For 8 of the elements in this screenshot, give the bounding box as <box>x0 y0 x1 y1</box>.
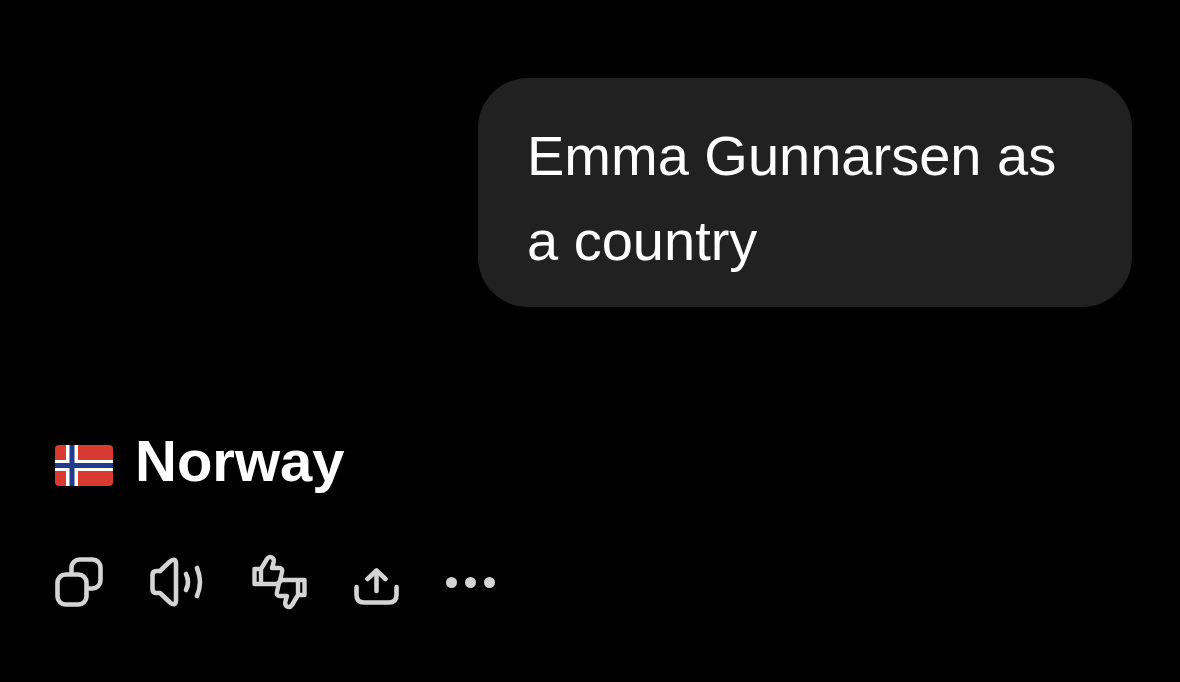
more-icon[interactable] <box>446 576 495 588</box>
share-icon[interactable] <box>354 567 399 605</box>
copy-icon[interactable] <box>55 557 103 607</box>
answer-heading: Norway <box>135 431 345 491</box>
speaker-icon[interactable] <box>150 557 205 607</box>
thumbs-up-down-icon[interactable] <box>252 554 307 610</box>
user-message: Emma Gunnarsen as a country <box>478 78 1132 307</box>
flag-icon <box>55 444 113 486</box>
